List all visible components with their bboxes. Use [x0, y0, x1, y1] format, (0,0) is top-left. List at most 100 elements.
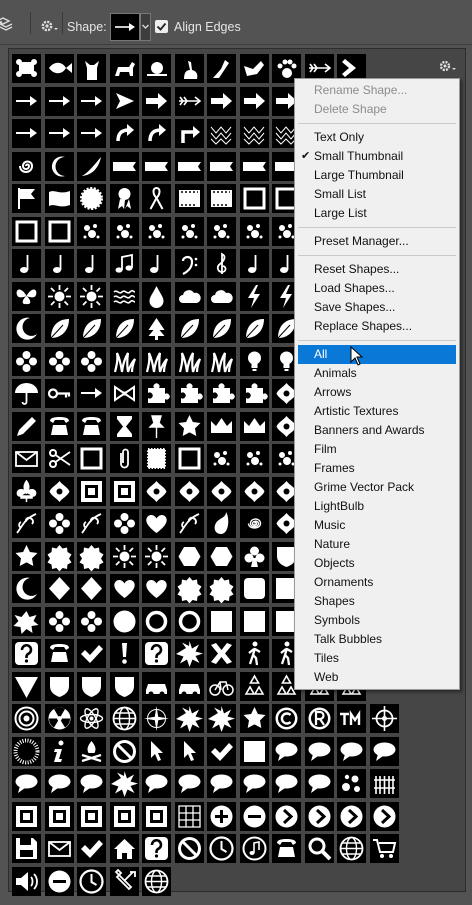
- shape-thumb-leaf[interactable]: [77, 314, 106, 343]
- shape-thumb-fish[interactable]: [44, 54, 74, 83]
- shape-thumb-square-rounded[interactable]: [239, 574, 269, 603]
- shape-thumb-badge[interactable]: [77, 541, 106, 571]
- shape-thumb-texture[interactable]: [239, 119, 269, 148]
- shape-thumb-treble-clef[interactable]: [207, 249, 236, 278]
- shape-thumb-arrow-feather[interactable]: [174, 86, 204, 116]
- shape-thumb-bubble[interactable]: [239, 769, 269, 798]
- shape-thumb-leaf[interactable]: [44, 314, 74, 343]
- shape-thumb-globe[interactable]: [109, 704, 139, 733]
- shape-thumb-tools[interactable]: [109, 866, 139, 896]
- menu-item-film[interactable]: Film: [298, 440, 456, 459]
- shape-thumb-bubble[interactable]: [77, 769, 106, 798]
- shape-thumb-splat[interactable]: [12, 606, 41, 636]
- shape-thumb-tm[interactable]: [337, 704, 366, 733]
- gear-icon[interactable]: [437, 57, 459, 75]
- shape-thumb-arrow-circle[interactable]: [369, 801, 399, 831]
- shape-thumb-tile[interactable]: [109, 476, 139, 506]
- align-edges-checkbox[interactable]: [155, 20, 168, 33]
- menu-item-shapes[interactable]: Shapes: [298, 592, 456, 611]
- shape-thumb-bass-clef[interactable]: [174, 249, 204, 278]
- shape-thumb-dove[interactable]: [239, 54, 269, 83]
- shape-thumb-flower[interactable]: [44, 346, 74, 376]
- menu-item-large-list[interactable]: Large List: [298, 204, 456, 223]
- shape-thumb-grunge[interactable]: [207, 444, 236, 473]
- menu-item-load-shapes[interactable]: Load Shapes...: [298, 279, 456, 298]
- shape-thumb-tree[interactable]: [142, 314, 171, 343]
- shape-thumb-no[interactable]: [174, 834, 204, 863]
- shape-thumb-bone[interactable]: [12, 54, 41, 83]
- menu-item-ornaments[interactable]: Ornaments: [298, 573, 456, 592]
- shape-thumb-phone[interactable]: [44, 639, 74, 668]
- shape-thumb-campfire[interactable]: [77, 736, 106, 766]
- shape-thumb-film[interactable]: [207, 184, 236, 213]
- shape-thumb-sun[interactable]: [77, 281, 106, 311]
- shape-thumb-badge[interactable]: [44, 541, 74, 571]
- shape-thumb-shield[interactable]: [109, 671, 139, 701]
- shape-thumb-minus[interactable]: [44, 866, 74, 896]
- shape-thumb-heart[interactable]: [142, 509, 171, 538]
- shape-thumb-shield[interactable]: [44, 671, 74, 701]
- shape-thumb-bubble[interactable]: [207, 769, 236, 798]
- shape-thumb-star[interactable]: [12, 541, 41, 571]
- shape-thumb-cloud[interactable]: [207, 281, 236, 311]
- shape-thumb-save[interactable]: [12, 834, 41, 863]
- shape-thumb-bird[interactable]: [207, 54, 236, 83]
- shape-thumb-grass[interactable]: [174, 346, 204, 376]
- shape-thumb-puzzle[interactable]: [174, 379, 204, 408]
- shape-thumb-bow[interactable]: [109, 379, 139, 408]
- shape-thumb-rabbit[interactable]: [174, 54, 204, 83]
- shape-thumb-club[interactable]: [239, 541, 269, 571]
- shape-thumb-curve[interactable]: [77, 151, 106, 181]
- shape-thumb-square[interactable]: [207, 606, 236, 636]
- shape-thumb-ring[interactable]: [142, 606, 171, 636]
- shape-thumb-arrow-bold[interactable]: [142, 86, 171, 116]
- shape-thumb-tile[interactable]: [77, 801, 106, 831]
- shape-thumb-recycle[interactable]: [239, 671, 269, 701]
- shape-thumb-bulb[interactable]: [239, 346, 269, 376]
- shape-thumb-arrow[interactable]: [44, 119, 74, 148]
- shape-thumb-compass[interactable]: [142, 704, 171, 733]
- shape-thumb-vine[interactable]: [12, 509, 41, 538]
- shape-thumb-stamp[interactable]: [142, 444, 171, 473]
- shape-thumb-copyright[interactable]: [272, 704, 301, 733]
- menu-item-save-shapes[interactable]: Save Shapes...: [298, 298, 456, 317]
- shape-thumb-fleur[interactable]: [12, 476, 41, 506]
- shape-thumb-grass[interactable]: [109, 346, 139, 376]
- shape-thumb-note[interactable]: [239, 249, 269, 278]
- menu-item-preset-manager[interactable]: Preset Manager...: [298, 232, 456, 251]
- shape-thumb-cursor[interactable]: [174, 736, 204, 766]
- shape-thumb-pencil[interactable]: [12, 411, 41, 441]
- shape-thumb-home[interactable]: [109, 834, 139, 863]
- shape-thumb-bubble[interactable]: [272, 769, 301, 798]
- shape-thumb-bubble[interactable]: [304, 736, 334, 766]
- shape-thumb-grass[interactable]: [142, 346, 171, 376]
- shape-thumb-ornament[interactable]: [239, 476, 269, 506]
- shape-thumb-note[interactable]: [142, 249, 171, 278]
- shape-thumb-exclamation[interactable]: [109, 639, 139, 668]
- shape-thumb-pin[interactable]: [142, 411, 171, 441]
- shape-thumb-frame[interactable]: [77, 444, 106, 473]
- shape-thumb-phone[interactable]: [77, 411, 106, 441]
- shape-thumb-arrow-circle[interactable]: [304, 801, 334, 831]
- menu-item-frames[interactable]: Frames: [298, 459, 456, 478]
- shape-thumb-puzzle[interactable]: [239, 379, 269, 408]
- shape-thumb-arrow-bold[interactable]: [207, 86, 236, 116]
- shape-thumb-banner[interactable]: [174, 151, 204, 181]
- shape-thumb-award-ribbon[interactable]: [109, 184, 139, 213]
- menu-item-small-thumbnail[interactable]: ✔ Small Thumbnail: [298, 147, 456, 166]
- shape-thumb-bubble[interactable]: [272, 736, 301, 766]
- shape-thumb-note[interactable]: [12, 249, 41, 278]
- shape-thumb-grunge[interactable]: [142, 216, 171, 246]
- shape-thumb-bubble[interactable]: [174, 769, 204, 798]
- shape-thumb-notes[interactable]: [109, 249, 139, 278]
- shape-thumb-film[interactable]: [174, 184, 204, 213]
- shape-thumb-banner[interactable]: [207, 151, 236, 181]
- shape-thumb-spiral[interactable]: [239, 509, 269, 538]
- shape-thumb-frame[interactable]: [12, 216, 41, 246]
- shape-thumb-frame[interactable]: [44, 216, 74, 246]
- menu-item-text-only[interactable]: Text Only: [298, 128, 456, 147]
- shape-thumb-snail[interactable]: [142, 54, 171, 83]
- shape-thumb-ornament[interactable]: [207, 476, 236, 506]
- menu-item-reset-shapes[interactable]: Reset Shapes...: [298, 260, 456, 279]
- shape-thumb-crosshair[interactable]: [369, 704, 399, 733]
